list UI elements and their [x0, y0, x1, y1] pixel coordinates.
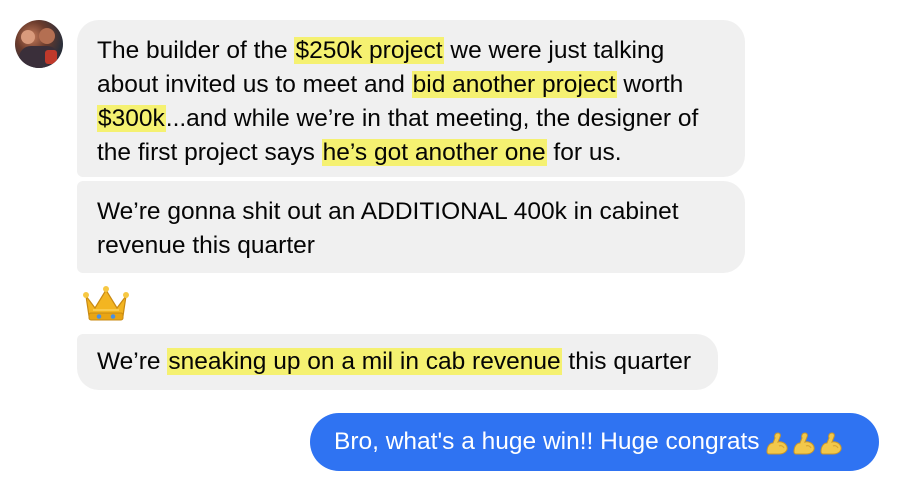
avatar-detail	[45, 50, 57, 64]
message-text: We’re gonna shit out an ADDITIONAL 400k …	[97, 198, 679, 259]
avatar-face	[21, 30, 35, 44]
crown-icon	[83, 286, 129, 321]
highlighted-text: $300k	[97, 105, 166, 132]
received-message-bubble[interactable]: We’re gonna shit out an ADDITIONAL 400k …	[77, 181, 745, 273]
highlighted-text: bid another project	[411, 71, 617, 98]
message-text: The builder of the	[97, 37, 295, 64]
message-text: this quarter	[561, 348, 691, 375]
contact-avatar[interactable]	[15, 20, 63, 68]
received-message-bubble[interactable]: We’re sneaking up on a mil in cab revenu…	[77, 334, 718, 390]
received-message-bubble[interactable]: The builder of the $250k project we were…	[77, 20, 745, 177]
crown-emoji[interactable]	[82, 282, 130, 324]
message-text: We’re	[97, 348, 168, 375]
avatar-face	[39, 28, 55, 44]
sent-message-bubble[interactable]: Bro, what's a huge win!! Huge congrats	[310, 413, 879, 471]
flexed-biceps-icon	[792, 432, 815, 455]
message-text: worth	[616, 71, 684, 98]
highlighted-text: $250k project	[294, 37, 444, 64]
highlighted-text: he’s got another one	[321, 139, 547, 166]
message-text: for us.	[546, 139, 622, 166]
flexed-biceps-group	[764, 414, 845, 472]
sent-message-text: Bro, what's a huge win!! Huge congrats	[334, 428, 760, 455]
flexed-biceps-icon	[819, 432, 842, 455]
flexed-biceps-icon	[765, 432, 788, 455]
highlighted-text: sneaking up on a mil in cab revenue	[167, 348, 562, 375]
